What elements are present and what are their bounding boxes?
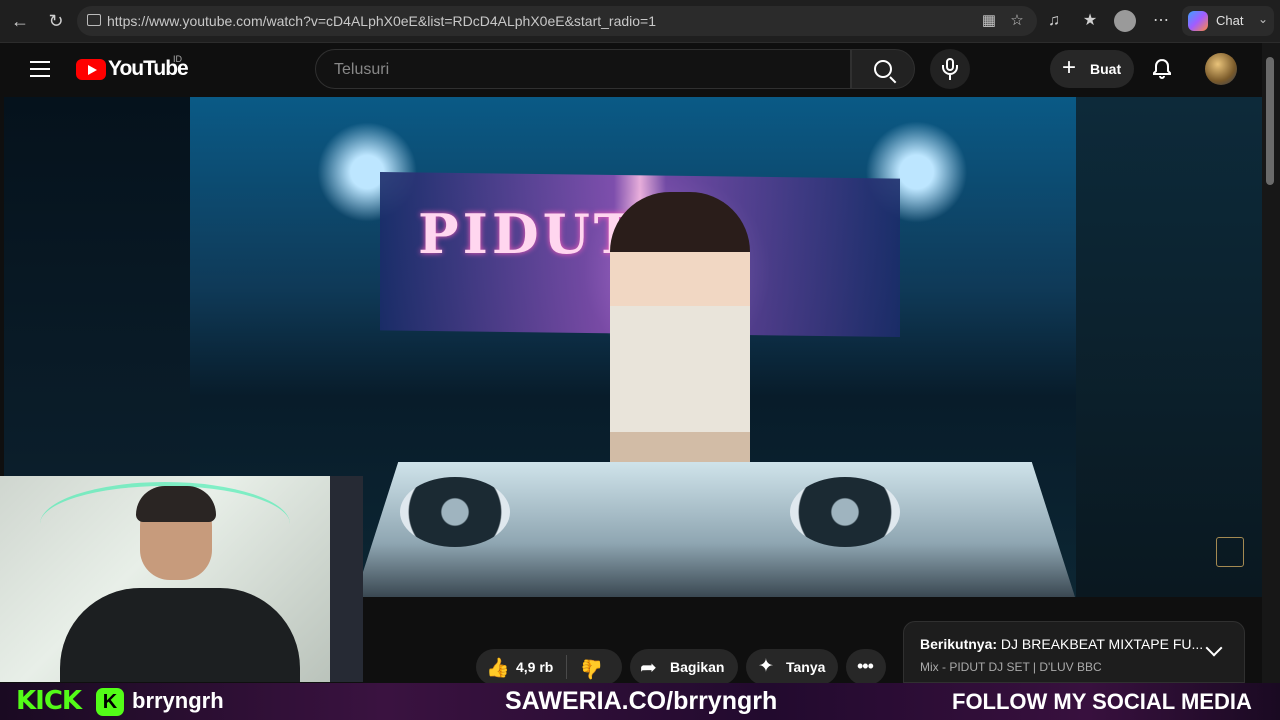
kick-logo: KICK (16, 686, 82, 716)
saweria-link-text: SAWERIA.CO/brryngrh (505, 687, 778, 715)
search-button[interactable] (851, 49, 915, 89)
more-actions-button[interactable]: ••• (846, 649, 886, 685)
up-next-subtitle: Mix - PIDUT DJ SET | D'LUV BBC (920, 660, 1102, 674)
chat-button[interactable]: Chat ⌄ (1182, 6, 1274, 36)
search-icon (874, 60, 892, 78)
page-scrollbar[interactable] (1262, 43, 1280, 683)
share-icon: ➦ (640, 657, 657, 679)
address-bar[interactable]: https://www.youtube.com/watch?v=cD4ALphX… (77, 6, 1037, 36)
media-icon[interactable]: ♫ (1043, 10, 1065, 32)
like-icon[interactable]: 👍 (486, 656, 510, 680)
led-screen-text: PIDUT (418, 202, 638, 266)
stream-banner: KICK K brryngrh SAWERIA.CO/brryngrh FOLL… (0, 683, 1280, 720)
country-code: ID (173, 54, 182, 64)
player-letterbox-right (1076, 97, 1262, 597)
kick-username: brryngrh (132, 688, 224, 713)
star-icon[interactable]: ☆ (1007, 11, 1027, 31)
copilot-icon (1188, 11, 1208, 31)
create-label: Buat (1090, 61, 1122, 77)
more-icon[interactable]: ⋯ (1150, 10, 1172, 32)
search-box[interactable] (315, 49, 851, 90)
chevron-down-icon[interactable] (1205, 639, 1223, 657)
jog-wheel-right (790, 477, 900, 547)
youtube-header: YouTube ID + Buat (0, 43, 1262, 97)
dislike-icon[interactable]: 👍 (580, 657, 604, 681)
youtube-logo-icon[interactable] (76, 59, 106, 80)
app-icon[interactable]: ▦ (979, 11, 999, 31)
create-button[interactable]: + Buat (1050, 50, 1134, 88)
share-label: Bagikan (670, 659, 725, 675)
notifications-bell-icon[interactable] (1150, 57, 1174, 81)
dj-figure (610, 192, 750, 492)
url-text[interactable]: https://www.youtube.com/watch?v=cD4ALphX… (107, 13, 656, 29)
plus-icon: + (1062, 54, 1077, 81)
chat-label: Chat (1216, 13, 1244, 28)
menu-icon[interactable] (30, 61, 50, 77)
back-icon[interactable]: ← (7, 8, 33, 34)
jog-wheel-left (400, 477, 510, 547)
like-count[interactable]: 4,9 rb (516, 659, 553, 675)
voice-search-button[interactable] (930, 49, 970, 89)
profile-icon[interactable] (1114, 10, 1136, 32)
kick-icon: K (96, 688, 124, 716)
share-button[interactable]: ➦ Bagikan (630, 649, 738, 685)
webcam-overlay (0, 476, 363, 682)
search-input[interactable] (332, 50, 836, 90)
streamer-body (60, 588, 300, 682)
like-dislike-group: 👍 4,9 rb 👍 (476, 649, 622, 685)
refresh-icon[interactable]: ↻ (43, 8, 69, 34)
scrollbar-thumb[interactable] (1266, 57, 1274, 185)
ask-button[interactable]: ✦ Tanya (746, 649, 838, 685)
up-next-title[interactable]: Berikutnya: DJ BREAKBEAT MIXTAPE FU... (920, 636, 1203, 652)
chevron-down-icon: ⌄ (1258, 12, 1269, 26)
sparkle-icon: ✦ (758, 656, 774, 677)
favorites-icon[interactable]: ★ (1079, 10, 1101, 32)
lock-icon (87, 14, 101, 26)
more-icon: ••• (857, 656, 874, 676)
ask-label: Tanya (786, 659, 826, 675)
follow-text: FOLLOW MY SOCIAL MEDIA (952, 689, 1252, 714)
browser-toolbar: ← ↻ https://www.youtube.com/watch?v=cD4A… (0, 0, 1280, 43)
channel-watermark-icon (1216, 537, 1244, 567)
up-next-card[interactable]: Berikutnya: DJ BREAKBEAT MIXTAPE FU... M… (903, 621, 1245, 683)
avatar[interactable] (1205, 53, 1237, 85)
